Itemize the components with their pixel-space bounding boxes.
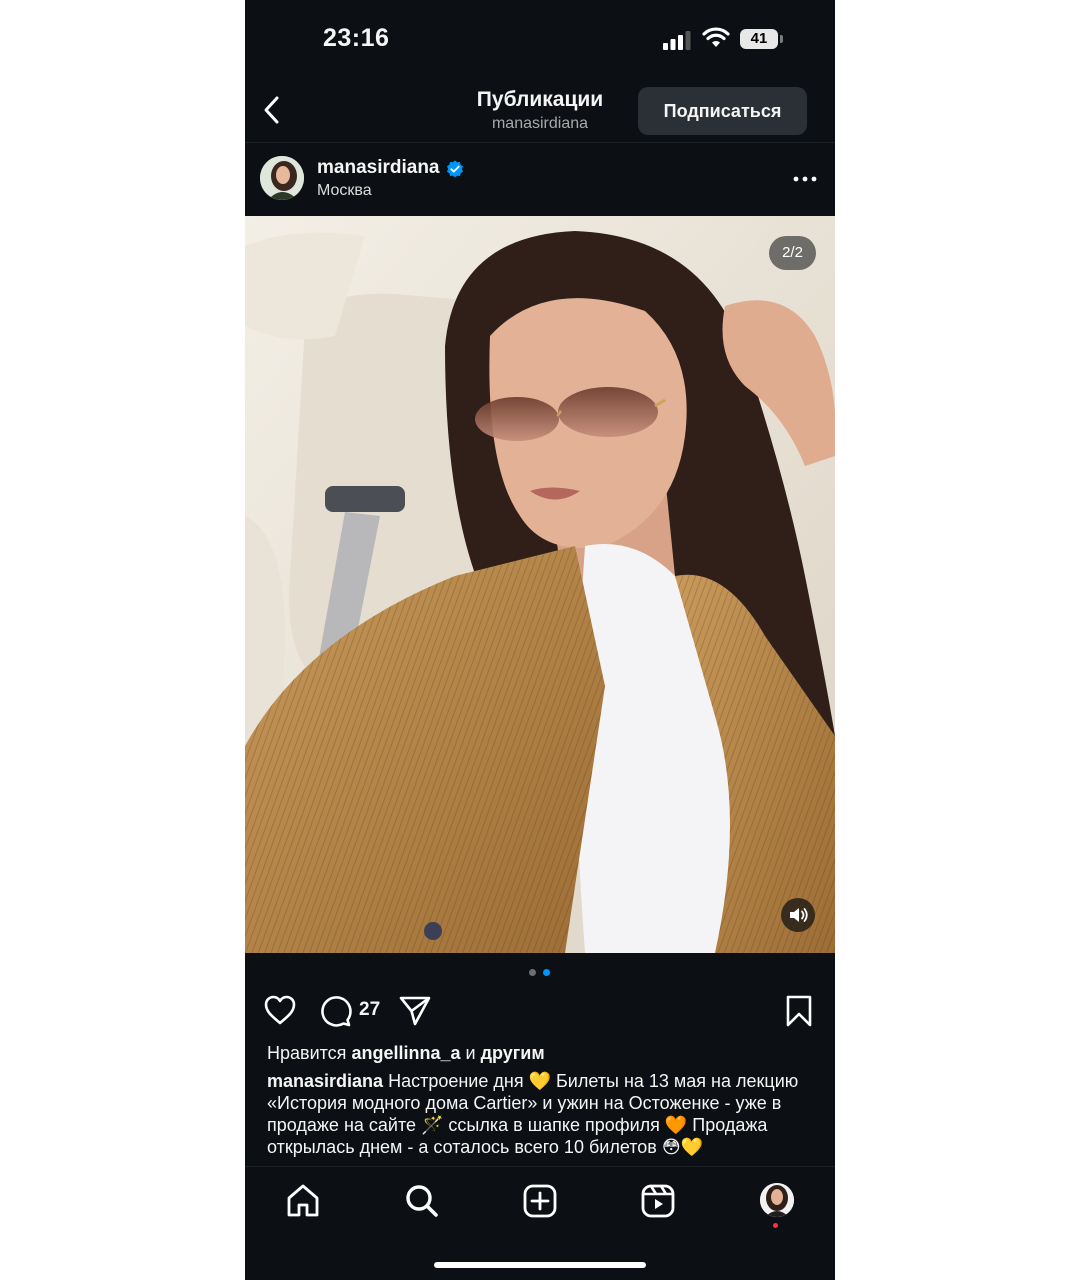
carousel-dot: [529, 969, 536, 976]
follow-button[interactable]: Подписаться: [638, 87, 807, 135]
post-location[interactable]: Москва: [317, 182, 372, 200]
reels-icon[interactable]: [638, 1181, 678, 1221]
post-header: manasirdiana Москва: [245, 143, 835, 215]
caption-username[interactable]: manasirdiana: [267, 1071, 383, 1091]
likes-suffix-and: и: [465, 1043, 476, 1063]
share-paper-plane-icon[interactable]: [398, 995, 432, 1027]
comment-count[interactable]: 27: [359, 999, 380, 1021]
wifi-icon: [702, 27, 730, 47]
profile-avatar[interactable]: [760, 1183, 794, 1217]
more-horizontal-icon[interactable]: [793, 176, 817, 182]
battery-icon: 41: [740, 29, 784, 51]
speaker-icon[interactable]: [781, 898, 815, 932]
cellular-signal-icon: [663, 31, 691, 50]
battery-level: 41: [750, 30, 768, 47]
notification-dot: [773, 1223, 778, 1228]
instagram-screen: 23:16 41 Публикации manasirdiana Подписа…: [245, 0, 835, 1280]
likes-summary[interactable]: Нравится angellinna_a и другим: [267, 1043, 545, 1064]
post-caption[interactable]: manasirdiana Настроение дня 💛 Билеты на …: [267, 1070, 815, 1165]
create-post-icon[interactable]: [520, 1181, 560, 1221]
post-photo[interactable]: 2/2: [245, 216, 835, 953]
bookmark-icon[interactable]: [784, 994, 814, 1028]
verified-badge-icon: [447, 160, 463, 178]
carousel-dot-active: [543, 969, 550, 976]
author-avatar[interactable]: [260, 156, 304, 200]
home-icon[interactable]: [283, 1181, 323, 1221]
page-header: Публикации manasirdiana Подписаться: [245, 80, 835, 143]
author-username[interactable]: manasirdiana: [317, 157, 440, 179]
search-icon[interactable]: [402, 1181, 442, 1221]
likes-others[interactable]: другим: [481, 1043, 545, 1063]
page-title: Публикации: [476, 88, 604, 111]
chevron-left-icon[interactable]: [259, 94, 285, 126]
heart-icon[interactable]: [263, 994, 297, 1026]
status-time: 23:16: [323, 24, 390, 52]
home-indicator[interactable]: [434, 1262, 646, 1268]
carousel-page-counter: 2/2: [769, 236, 816, 270]
status-bar: 23:16 41: [245, 0, 835, 80]
carousel-indicator: [529, 969, 553, 977]
comment-icon[interactable]: [318, 994, 352, 1028]
post-actions: 27: [245, 990, 835, 1034]
page-subtitle: manasirdiana: [491, 115, 589, 132]
likes-prefix: Нравится: [267, 1043, 347, 1063]
likes-user[interactable]: angellinna_a: [351, 1043, 460, 1063]
